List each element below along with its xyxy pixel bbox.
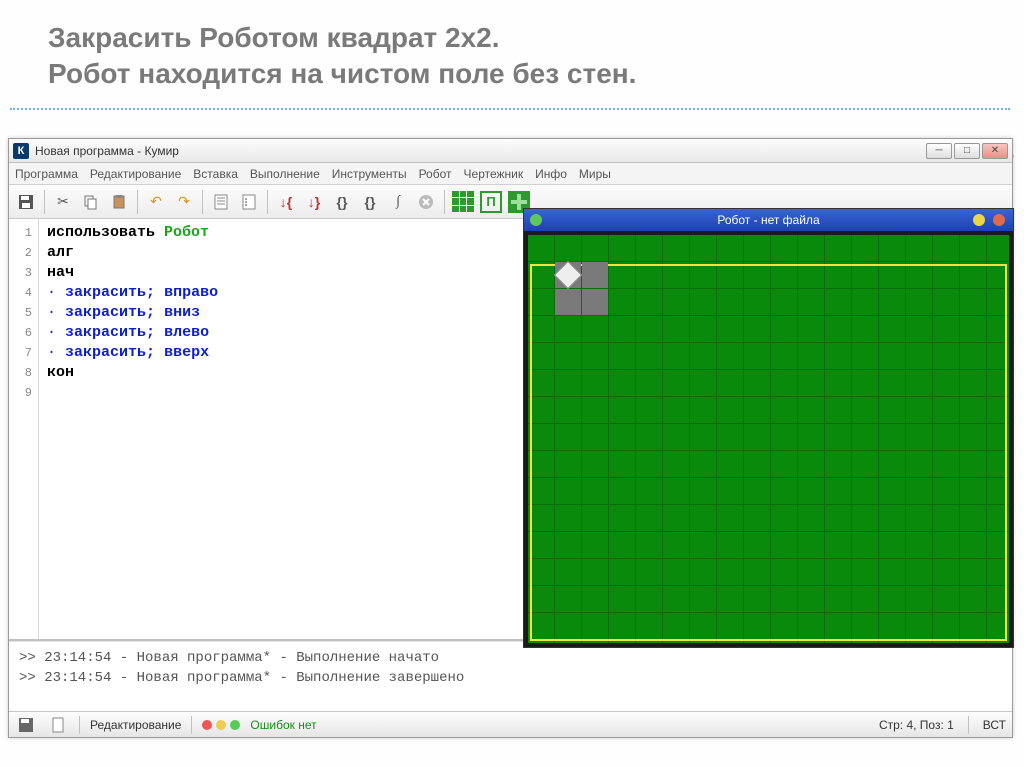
close-button[interactable]: ✕ [982,143,1008,159]
filled-cell [582,289,608,315]
menu-program[interactable]: Программа [15,167,78,181]
menu-worlds[interactable]: Миры [579,167,611,181]
grid-icon[interactable] [450,189,476,215]
filled-cell [555,289,581,315]
slide-title-line1: Закрасить Роботом квадрат 2х2. [48,22,500,53]
status-mode: Редактирование [90,718,181,732]
stop-icon[interactable] [413,189,439,215]
robot-win-minimize-icon[interactable] [973,214,985,226]
slide-title-line2: Робот находится на чистом поле без стен. [48,56,976,92]
run-icon[interactable]: {} [329,189,355,215]
menu-tools[interactable]: Инструменты [332,167,407,181]
menu-robot[interactable]: Робот [419,167,452,181]
status-insert-mode: ВСТ [983,718,1006,732]
status-errors: Ошибок нет [250,718,316,732]
save-icon[interactable] [13,189,39,215]
filled-cell [582,262,608,288]
redo-icon[interactable]: ↷ [171,189,197,215]
robot-win-close-icon[interactable] [993,214,1005,226]
undo-icon[interactable]: ↶ [143,189,169,215]
statusbar: Редактирование Ошибок нет Стр: 4, Поз: 1… [9,711,1012,737]
line-gutter: 1 2 3 4 5 6 7 8 9 [9,219,39,639]
robot-field-window[interactable]: Робот - нет файла [523,208,1014,648]
run-fast-icon[interactable]: {} [357,189,383,215]
menu-edit[interactable]: Редактирование [90,167,181,181]
doc-props-icon[interactable] [208,189,234,215]
console-line: >> 23:14:54 - Новая программа* - Выполне… [19,648,1002,668]
copy-icon[interactable] [78,189,104,215]
menu-draftsman[interactable]: Чертежник [464,167,524,181]
doc-list-icon[interactable] [236,189,262,215]
menu-run[interactable]: Выполнение [250,167,320,181]
minimize-button[interactable]: ─ [926,143,952,159]
run-step-icon[interactable]: ∫ [385,189,411,215]
traffic-red-icon [202,720,212,730]
menubar: Программа Редактирование Вставка Выполне… [9,163,1012,185]
pi-icon[interactable]: П [478,189,504,215]
menu-info[interactable]: Инфо [535,167,567,181]
doc-status-icon[interactable] [47,715,69,735]
app-icon: К [13,143,29,159]
console-output: >> 23:14:54 - Новая программа* - Выполне… [9,641,1012,711]
robot-titlebar[interactable]: Робот - нет файла [524,209,1013,231]
cut-icon[interactable]: ✂ [50,189,76,215]
step-into-icon[interactable]: ↓{ [273,189,299,215]
traffic-green-icon [230,720,240,730]
step-over-icon[interactable]: ↓} [301,189,327,215]
maximize-button[interactable]: □ [954,143,980,159]
robot-window-title: Робот - нет файла [524,213,1013,227]
console-line: >> 23:14:54 - Новая программа* - Выполне… [19,668,1002,688]
status-cursor-pos: Стр: 4, Поз: 1 [879,718,954,732]
slide-divider [10,108,1010,110]
robot-grid-field[interactable] [528,235,1009,643]
window-title: Новая программа - Кумир [35,144,179,158]
paste-icon[interactable] [106,189,132,215]
window-titlebar[interactable]: К Новая программа - Кумир ─ □ ✕ [9,139,1012,163]
save-status-icon[interactable] [15,715,37,735]
menu-insert[interactable]: Вставка [193,167,238,181]
robot-win-green-dot-icon[interactable] [530,214,542,226]
traffic-yellow-icon [216,720,226,730]
slide-title: Закрасить Роботом квадрат 2х2. Робот нах… [0,0,1024,98]
